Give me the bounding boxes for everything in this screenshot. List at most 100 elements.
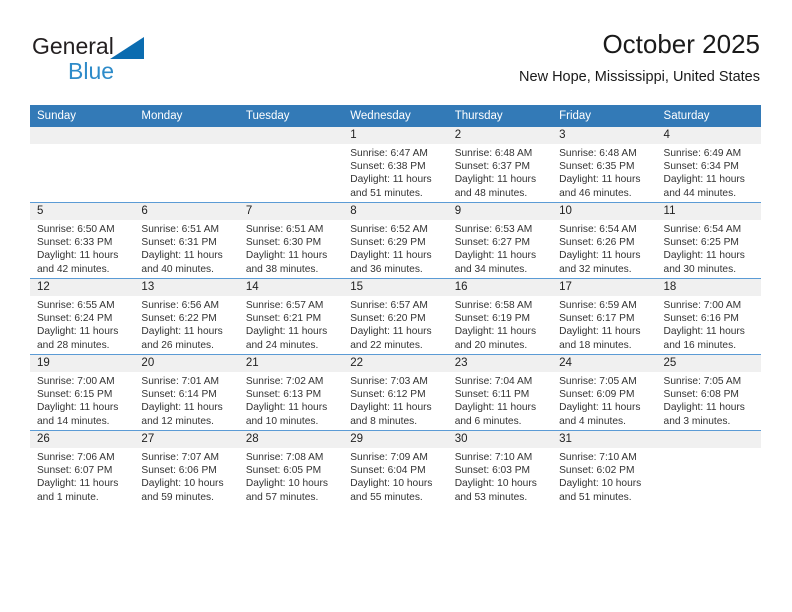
- calendar-day-cell[interactable]: 20 Sunrise: 7:01 AM Sunset: 6:14 PM Dayligh…: [134, 354, 239, 431]
- calendar-day-cell[interactable]: 24 Sunrise: 7:05 AM Sunset: 6:09 PM Dayligh…: [552, 354, 657, 431]
- sunrise-text: Sunrise: 7:06 AM: [37, 452, 115, 463]
- calendar-day-cell[interactable]: 7 Sunrise: 6:51 AM Sunset: 6:30 PM Daylight…: [238, 202, 344, 279]
- calendar-day-cell[interactable]: 26 Sunrise: 7:06 AM Sunset: 6:07 PM Dayligh…: [30, 430, 135, 506]
- sunrise-text: Sunrise: 7:01 AM: [141, 376, 220, 387]
- sunset-text: Sunset: 6:22 PM: [141, 313, 217, 325]
- weekday-header-saturday: Saturday: [656, 105, 761, 127]
- brand-logo[interactable]: General Blue: [32, 32, 232, 88]
- daylight-text-line2: and 32 minutes.: [559, 263, 632, 275]
- calendar-day-cell[interactable]: 1 Sunrise: 6:47 AM Sunset: 6:38 PM Daylight…: [343, 127, 448, 203]
- calendar-day-cell[interactable]: 25 Sunrise: 7:05 AM Sunset: 6:08 PM Dayligh…: [656, 354, 761, 431]
- calendar-day-cell[interactable]: 23 Sunrise: 7:04 AM Sunset: 6:11 PM Dayligh…: [447, 354, 553, 431]
- day-cell-inner: 9 Sunrise: 6:53 AM Sunset: 6:27 PM Daylight…: [447, 203, 553, 278]
- weekday-header-tuesday: Tuesday: [238, 105, 344, 127]
- calendar-day-cell[interactable]: 13 Sunrise: 6:56 AM Sunset: 6:22 PM Dayligh…: [134, 278, 239, 355]
- sunrise-text: Sunrise: 7:04 AM: [454, 376, 533, 387]
- day-details: Sunrise: 7:06 AM Sunset: 6:07 PM Daylight:…: [30, 448, 134, 504]
- day-number: 11: [656, 203, 761, 220]
- calendar-day-cell[interactable]: 17 Sunrise: 6:59 AM Sunset: 6:17 PM Dayligh…: [552, 278, 657, 355]
- daylight-text-line1: Daylight: 11 hours: [663, 174, 745, 186]
- day-number: 24: [552, 355, 657, 372]
- sunrise-text: Sunrise: 6:58 AM: [454, 300, 533, 311]
- day-details: Sunrise: 6:48 AM Sunset: 6:37 PM Daylight:…: [448, 144, 552, 200]
- day-cell-inner: 24 Sunrise: 7:05 AM Sunset: 6:09 PM Dayligh…: [552, 355, 657, 430]
- calendar-day-cell[interactable]: 6 Sunrise: 6:51 AM Sunset: 6:31 PM Daylight…: [134, 202, 239, 279]
- calendar-day-cell[interactable]: 29 Sunrise: 7:09 AM Sunset: 6:04 PM Dayligh…: [343, 430, 448, 506]
- calendar-day-cell[interactable]: 28 Sunrise: 7:08 AM Sunset: 6:05 PM Dayligh…: [238, 430, 344, 506]
- calendar-body: 1 Sunrise: 6:47 AM Sunset: 6:38 PM Daylight…: [30, 127, 761, 506]
- sunrise-text: Sunrise: 7:00 AM: [37, 376, 115, 387]
- calendar-week-row: 1 Sunrise: 6:47 AM Sunset: 6:38 PM Daylight…: [30, 127, 761, 203]
- daylight-text-line2: and 44 minutes.: [663, 187, 737, 199]
- calendar-day-cell[interactable]: 30 Sunrise: 7:10 AM Sunset: 6:03 PM Dayligh…: [447, 430, 553, 506]
- calendar-day-cell[interactable]: 19 Sunrise: 7:00 AM Sunset: 6:15 PM Dayligh…: [30, 354, 135, 431]
- day-number: 10: [552, 203, 657, 220]
- day-number: 1: [343, 127, 448, 144]
- calendar-page: General Blue October 2025 New Hope, Miss…: [0, 0, 792, 612]
- calendar-day-cell[interactable]: 2 Sunrise: 6:48 AM Sunset: 6:37 PM Daylight…: [447, 127, 553, 203]
- daylight-text-line2: and 14 minutes.: [37, 415, 110, 427]
- calendar-head: Sunday Monday Tuesday Wednesday Thursday…: [30, 105, 761, 127]
- day-cell-inner: 4 Sunrise: 6:49 AM Sunset: 6:34 PM Daylight…: [656, 127, 761, 202]
- sunset-text: Sunset: 6:11 PM: [454, 389, 530, 401]
- calendar-day-cell[interactable]: 18 Sunrise: 7:00 AM Sunset: 6:16 PM Dayligh…: [656, 278, 761, 355]
- daylight-text-line1: Daylight: 11 hours: [350, 326, 432, 338]
- calendar-day-cell[interactable]: 12 Sunrise: 6:55 AM Sunset: 6:24 PM Dayligh…: [30, 278, 135, 355]
- calendar-day-cell[interactable]: 22 Sunrise: 7:03 AM Sunset: 6:12 PM Dayligh…: [343, 354, 448, 431]
- sunset-text: Sunset: 6:09 PM: [559, 389, 635, 401]
- sunset-text: Sunset: 6:13 PM: [245, 389, 322, 401]
- daylight-text-line2: and 42 minutes.: [37, 263, 110, 275]
- day-details: Sunrise: 6:50 AM Sunset: 6:33 PM Daylight:…: [30, 220, 134, 276]
- day-details: Sunrise: 6:49 AM Sunset: 6:34 PM Daylight:…: [657, 144, 761, 200]
- calendar-day-cell[interactable]: 31 Sunrise: 7:10 AM Sunset: 6:02 PM Dayligh…: [552, 430, 657, 506]
- sunset-text: Sunset: 6:37 PM: [454, 161, 531, 173]
- daylight-text-line1: Daylight: 11 hours: [454, 174, 537, 186]
- daylight-text-line1: Daylight: 11 hours: [245, 326, 328, 338]
- sunset-text: Sunset: 6:20 PM: [350, 313, 426, 325]
- daylight-text-line1: Daylight: 11 hours: [663, 402, 745, 414]
- calendar-day-cell[interactable]: 21 Sunrise: 7:02 AM Sunset: 6:13 PM Dayligh…: [238, 354, 344, 431]
- day-details: Sunrise: 7:02 AM Sunset: 6:13 PM Daylight:…: [239, 372, 343, 428]
- daylight-text-line2: and 24 minutes.: [245, 339, 319, 351]
- sunrise-text: Sunrise: 7:09 AM: [350, 452, 428, 463]
- day-details: Sunrise: 6:53 AM Sunset: 6:27 PM Daylight:…: [448, 220, 552, 276]
- day-details: Sunrise: 6:57 AM Sunset: 6:20 PM Daylight:…: [343, 296, 447, 352]
- day-cell-inner: 3 Sunrise: 6:48 AM Sunset: 6:35 PM Daylight…: [552, 127, 657, 202]
- calendar-day-cell[interactable]: 15 Sunrise: 6:57 AM Sunset: 6:20 PM Dayligh…: [343, 278, 448, 355]
- calendar-day-cell[interactable]: 8 Sunrise: 6:52 AM Sunset: 6:29 PM Daylight…: [343, 202, 448, 279]
- daylight-text-line1: Daylight: 10 hours: [141, 478, 224, 490]
- sunrise-text: Sunrise: 6:54 AM: [663, 224, 742, 235]
- calendar-day-cell[interactable]: 5 Sunrise: 6:50 AM Sunset: 6:33 PM Daylight…: [30, 202, 135, 279]
- sunset-text: Sunset: 6:17 PM: [559, 313, 635, 325]
- day-details: Sunrise: 6:57 AM Sunset: 6:21 PM Daylight:…: [239, 296, 343, 352]
- daylight-text-line2: and 8 minutes.: [350, 415, 418, 427]
- day-details: Sunrise: 6:54 AM Sunset: 6:26 PM Daylight:…: [552, 220, 656, 276]
- day-cell-inner: 1 Sunrise: 6:47 AM Sunset: 6:38 PM Daylight…: [343, 127, 448, 202]
- calendar-day-cell[interactable]: 3 Sunrise: 6:48 AM Sunset: 6:35 PM Daylight…: [552, 127, 657, 203]
- calendar-day-cell[interactable]: 4 Sunrise: 6:49 AM Sunset: 6:34 PM Daylight…: [656, 127, 761, 203]
- day-details: Sunrise: 7:05 AM Sunset: 6:09 PM Daylight:…: [552, 372, 656, 428]
- calendar-day-cell[interactable]: 10 Sunrise: 6:54 AM Sunset: 6:26 PM Dayligh…: [552, 202, 657, 279]
- sunset-text: Sunset: 6:04 PM: [350, 465, 426, 477]
- day-cell-inner: 11 Sunrise: 6:54 AM Sunset: 6:25 PM Dayligh…: [656, 203, 761, 278]
- calendar-day-cell[interactable]: 14 Sunrise: 6:57 AM Sunset: 6:21 PM Dayligh…: [238, 278, 344, 355]
- sunrise-text: Sunrise: 7:03 AM: [350, 376, 428, 387]
- daylight-text-line1: Daylight: 10 hours: [350, 478, 433, 490]
- sunset-text: Sunset: 6:19 PM: [454, 313, 531, 325]
- sunrise-text: Sunrise: 7:05 AM: [559, 376, 637, 387]
- day-cell-inner: 26 Sunrise: 7:06 AM Sunset: 6:07 PM Dayligh…: [30, 431, 135, 506]
- calendar-day-cell[interactable]: 16 Sunrise: 6:58 AM Sunset: 6:19 PM Dayligh…: [447, 278, 553, 355]
- day-number: 15: [343, 279, 448, 296]
- calendar-day-cell[interactable]: 27 Sunrise: 7:07 AM Sunset: 6:06 PM Dayligh…: [134, 430, 239, 506]
- day-cell-inner: 2 Sunrise: 6:48 AM Sunset: 6:37 PM Daylight…: [447, 127, 553, 202]
- calendar-day-cell[interactable]: 11 Sunrise: 6:54 AM Sunset: 6:25 PM Dayligh…: [656, 202, 761, 279]
- sunrise-text: Sunrise: 6:51 AM: [141, 224, 220, 235]
- day-number: 17: [552, 279, 657, 296]
- day-cell-inner: 29 Sunrise: 7:09 AM Sunset: 6:04 PM Dayligh…: [343, 431, 448, 506]
- daylight-text-line1: Daylight: 11 hours: [37, 402, 119, 414]
- day-cell-inner: 27 Sunrise: 7:07 AM Sunset: 6:06 PM Dayligh…: [134, 431, 239, 506]
- sunrise-text: Sunrise: 7:00 AM: [663, 300, 742, 311]
- calendar-day-cell[interactable]: 9 Sunrise: 6:53 AM Sunset: 6:27 PM Daylight…: [447, 202, 553, 279]
- day-number: 14: [238, 279, 344, 296]
- day-cell-inner: 30 Sunrise: 7:10 AM Sunset: 6:03 PM Dayligh…: [447, 431, 553, 506]
